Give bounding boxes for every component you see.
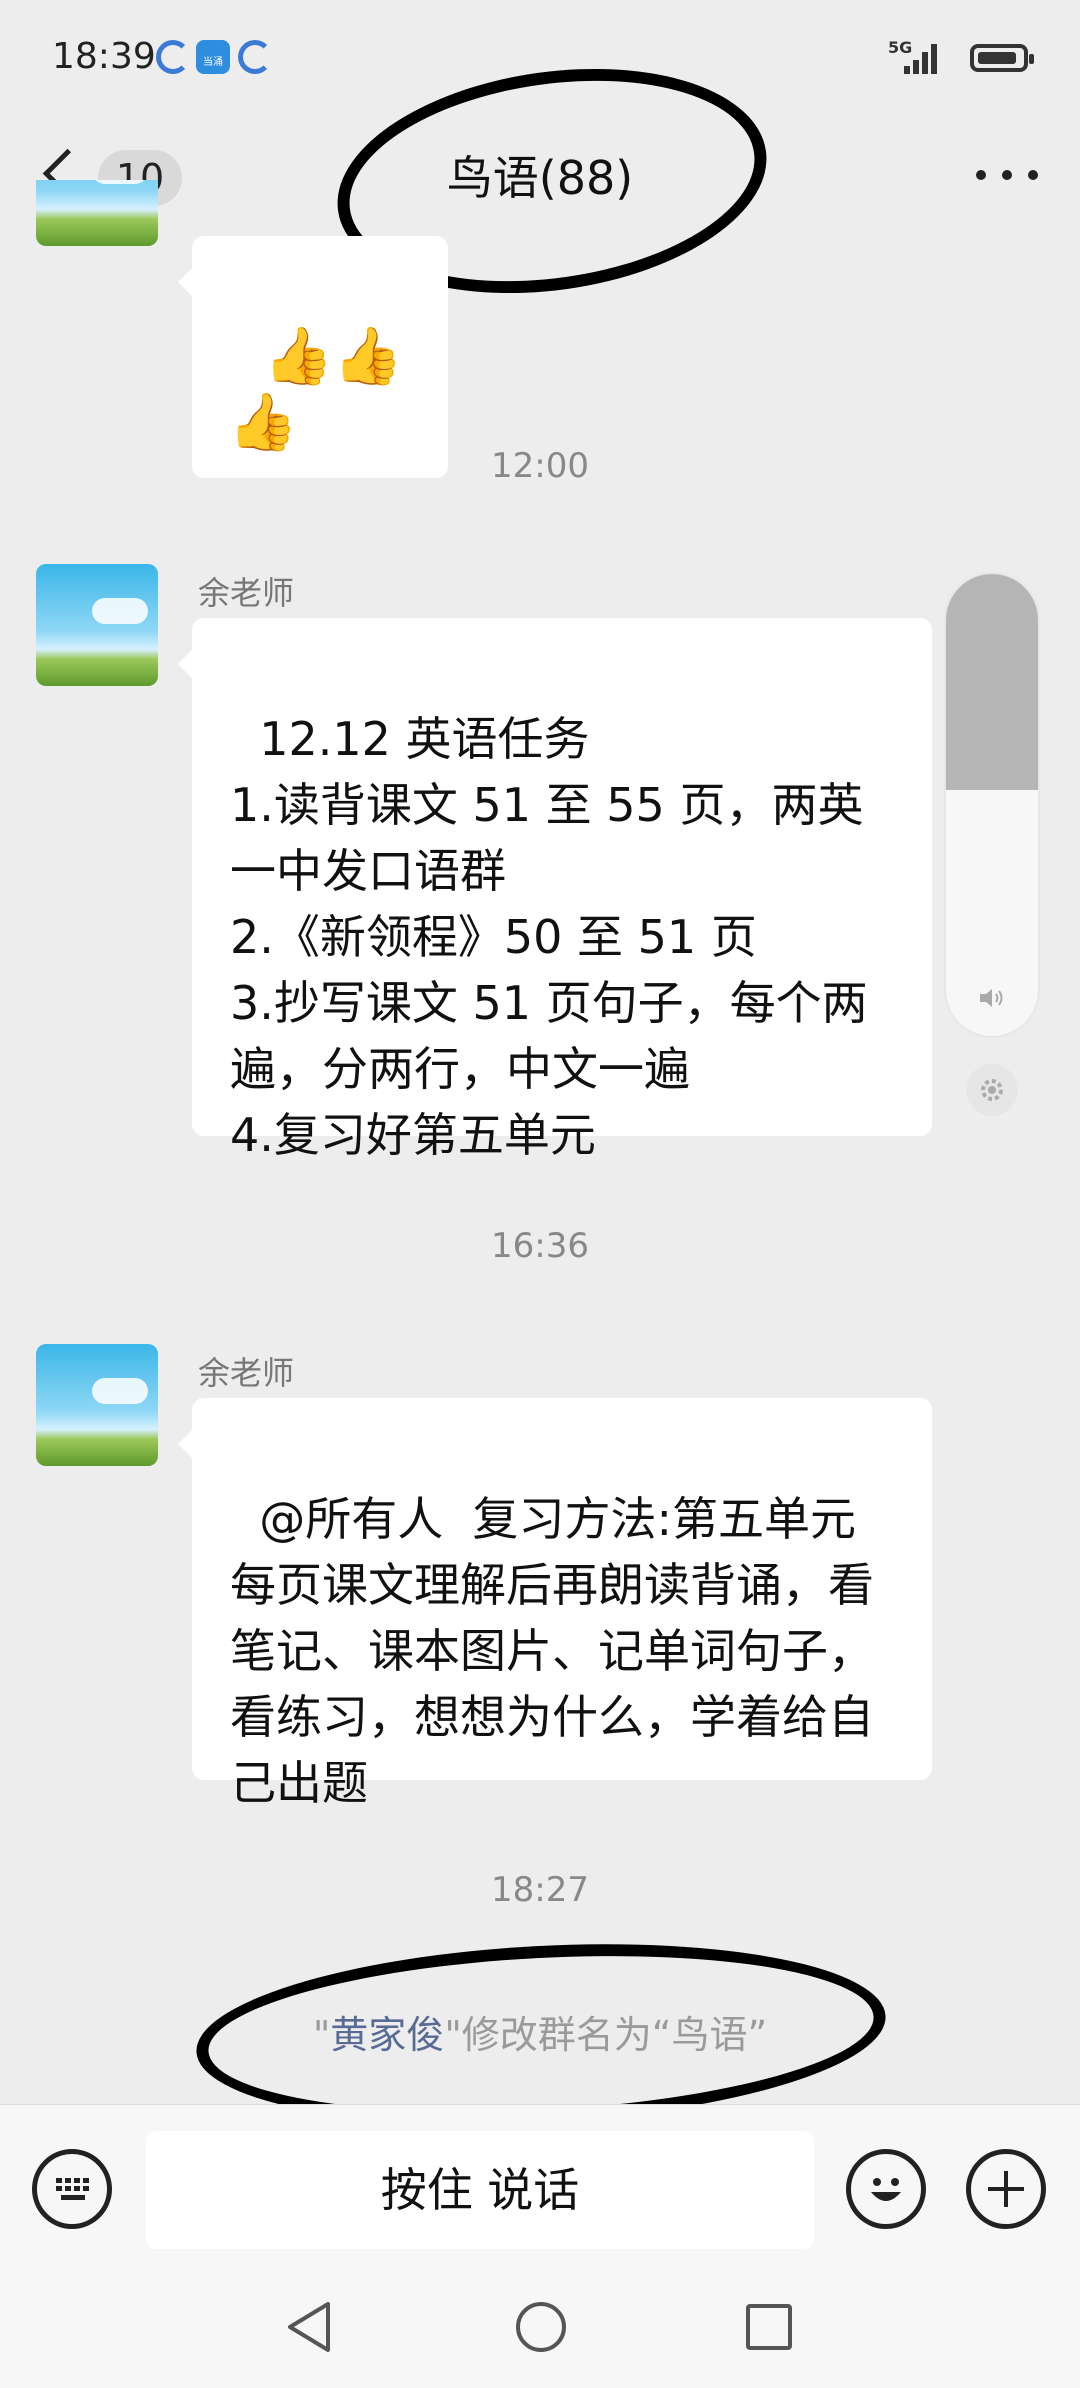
emoji-button[interactable] [846, 2149, 926, 2229]
hold-to-talk-button[interactable]: 按住 说话 [146, 2131, 814, 2249]
volume-settings-button[interactable] [966, 1064, 1018, 1116]
more-dot-icon [976, 170, 986, 180]
nav-home-icon[interactable] [514, 2300, 568, 2354]
message-text: 👍👍👍 [228, 324, 404, 455]
message-timestamp: 18:27 [491, 1870, 589, 1910]
add-more-button[interactable] [966, 2149, 1046, 2229]
nav-recents-icon[interactable] [744, 2302, 794, 2352]
avatar[interactable] [36, 564, 158, 686]
weather-badge-label: 当涌 [203, 57, 223, 68]
message-bubble[interactable]: 👍👍👍 [178, 236, 448, 478]
message-text: @所有人 复习方法:第五单元每页课文理解后再朗读背诵，看笔记、课本图片、记单词句… [230, 1492, 874, 1810]
speaker-icon [980, 989, 1003, 1007]
plus-icon [988, 2171, 1024, 2207]
sync-icon [156, 40, 190, 74]
keyboard-icon [56, 2178, 89, 2200]
message-timestamp: 16:36 [491, 1226, 589, 1266]
status-time: 18:39 [52, 36, 156, 77]
sender-name: 余老师 [198, 1354, 295, 1392]
sync-icon-2 [238, 40, 272, 74]
signal-icon: 5G [888, 38, 940, 76]
gear-icon [981, 1079, 1003, 1101]
avatar[interactable] [36, 1344, 158, 1466]
keyboard-toggle-button[interactable] [32, 2149, 112, 2229]
volume-slider[interactable] [946, 574, 1038, 1036]
more-dot-icon [1028, 170, 1038, 180]
more-options-button[interactable] [972, 154, 1042, 194]
more-dot-icon [1002, 170, 1012, 180]
message-bubble[interactable]: @所有人 复习方法:第五单元每页课文理解后再朗读背诵，看笔记、课本图片、记单词句… [178, 1398, 932, 1810]
message-bubble[interactable]: 12.12 英语任务 1.读背课文 51 至 55 页，两英一中发口语群 2.《… [178, 618, 932, 1162]
system-nav-bar [0, 2264, 1080, 2388]
network-label: 5G [888, 38, 913, 57]
sender-name: 余老师 [198, 574, 295, 612]
smiley-icon [871, 2178, 901, 2201]
input-bar: 按住 说话 [0, 2104, 1080, 2265]
nav-back-icon[interactable] [284, 2300, 334, 2354]
message-text: 12.12 英语任务 1.读背课文 51 至 55 页，两英一中发口语群 2.《… [230, 712, 868, 1162]
weather-app-icon: 当涌 [196, 40, 230, 74]
battery-icon [970, 44, 1034, 72]
message-timestamp: 12:00 [491, 446, 589, 486]
